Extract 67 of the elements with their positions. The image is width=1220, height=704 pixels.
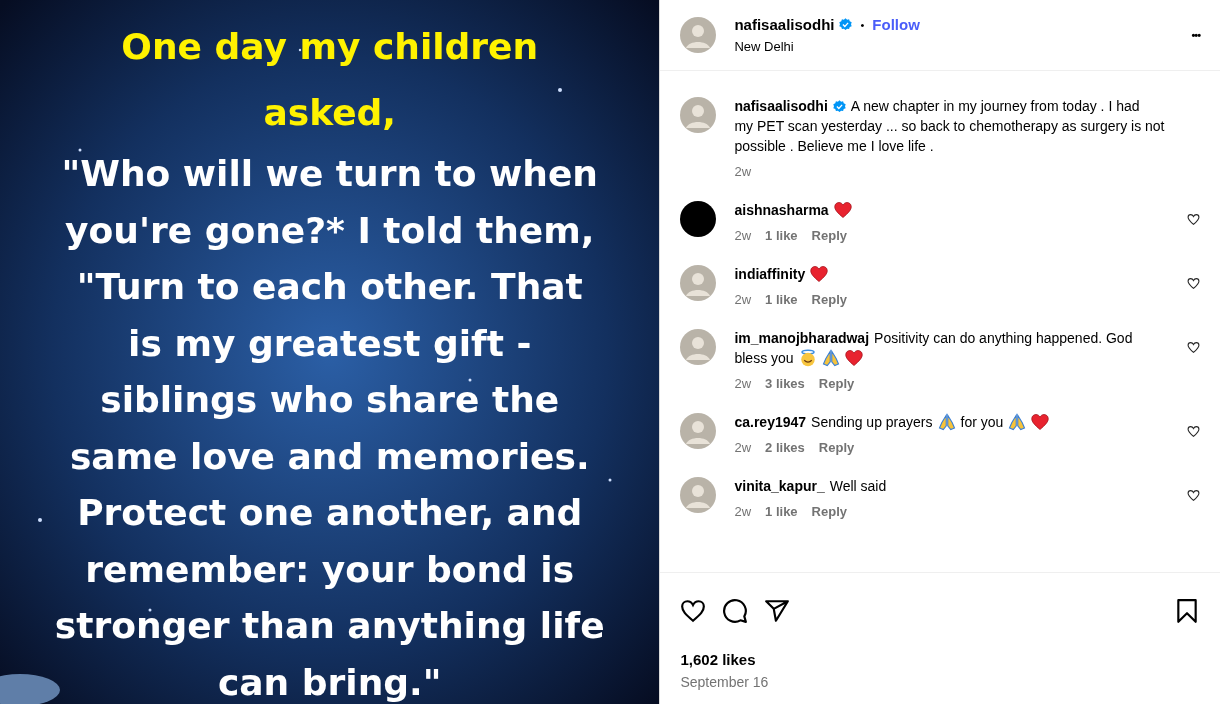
comment-text: for you	[960, 413, 1004, 432]
quote-text: same love and memories.	[69, 434, 590, 479]
comment-text: Sending up prayers	[811, 413, 933, 432]
comment-username[interactable]: im_manojbharadwaj	[734, 328, 870, 348]
comment-text: Positivity can do anything happened. God	[874, 329, 1133, 348]
caption-text: A new chapter in my journey from today . I had	[850, 97, 1140, 116]
quote-text: remember: your bond is	[85, 547, 575, 592]
bookmark-icon[interactable]	[1174, 598, 1200, 624]
praying-hands-icon	[1008, 413, 1027, 431]
separator-dot: •	[860, 18, 865, 31]
share-icon[interactable]	[764, 598, 791, 624]
timestamp: 2w	[734, 504, 752, 519]
comment-text: Well said	[829, 477, 887, 496]
like-icon[interactable]	[1187, 341, 1200, 354]
timestamp: 2w	[734, 164, 752, 179]
reply-link[interactable]: Reply	[811, 228, 847, 243]
heart-icon	[833, 201, 852, 219]
heart-icon	[844, 349, 863, 367]
quote-heading: One day my children	[121, 25, 539, 69]
caption-text: possible . Believe me I love life .	[734, 137, 934, 156]
quote-text: "Turn to each other. That	[76, 265, 583, 309]
praying-hands-icon	[821, 349, 840, 367]
quote-text: is my greatest gift -	[128, 321, 532, 366]
reply-link[interactable]: Reply	[818, 440, 855, 455]
timestamp: 2w	[734, 292, 752, 307]
location-link[interactable]: New Delhi	[734, 39, 1174, 54]
comment-username[interactable]: aishnasharma	[734, 200, 829, 220]
follow-link[interactable]: Follow	[872, 16, 920, 33]
like-icon[interactable]	[1187, 213, 1200, 226]
like-icon[interactable]	[1187, 425, 1200, 438]
smiley-icon	[798, 349, 817, 367]
quote-text: siblings who share the	[100, 378, 560, 422]
timestamp: 2w	[734, 440, 752, 455]
likes-count[interactable]: 1 like	[765, 504, 798, 519]
caption-username[interactable]: nafisaalisodhi	[734, 96, 828, 116]
quote-text: "Who will we turn to when	[61, 152, 598, 196]
like-icon[interactable]	[1187, 489, 1200, 502]
quote-text: stronger than anything life	[54, 604, 605, 648]
caption-text: my PET scan yesterday ... so back to chemotherapy as surgery is not	[734, 117, 1165, 136]
reply-link[interactable]: Reply	[811, 292, 847, 307]
heart-icon	[810, 265, 829, 283]
likes-count[interactable]: 1,602 likes	[680, 651, 1200, 668]
likes-count[interactable]: 1 like	[765, 292, 798, 307]
timestamp: 2w	[734, 376, 752, 391]
likes-count[interactable]: 3 likes	[765, 376, 805, 391]
like-icon[interactable]	[1187, 277, 1200, 290]
likes-count[interactable]: 2 likes	[765, 440, 805, 455]
likes-count[interactable]: 1 like	[765, 228, 798, 243]
comment-username[interactable]: vinita_kapur_	[734, 476, 825, 496]
comment-username[interactable]: indiaffinity	[734, 264, 806, 284]
like-icon[interactable]	[680, 598, 707, 624]
avatar[interactable]	[680, 201, 717, 237]
username-link[interactable]: nafisaalisodhi	[734, 16, 835, 33]
heart-icon	[1031, 413, 1050, 431]
comment-username[interactable]: ca.rey1947	[734, 412, 807, 432]
reply-link[interactable]: Reply	[811, 504, 847, 519]
quote-text: can bring."	[217, 660, 442, 704]
timestamp: 2w	[734, 228, 752, 243]
praying-hands-icon	[937, 413, 956, 431]
quote-text: you're gone?* I told them,	[65, 208, 595, 253]
quote-text: Protect one another, and	[77, 491, 583, 535]
comment-icon[interactable]	[722, 598, 749, 624]
quote-heading: asked,	[263, 91, 396, 135]
more-options-icon[interactable]: •••	[1191, 29, 1200, 41]
reply-link[interactable]: Reply	[818, 376, 855, 391]
comment-text: bless you	[734, 349, 794, 368]
post-date: September 16	[680, 674, 770, 690]
